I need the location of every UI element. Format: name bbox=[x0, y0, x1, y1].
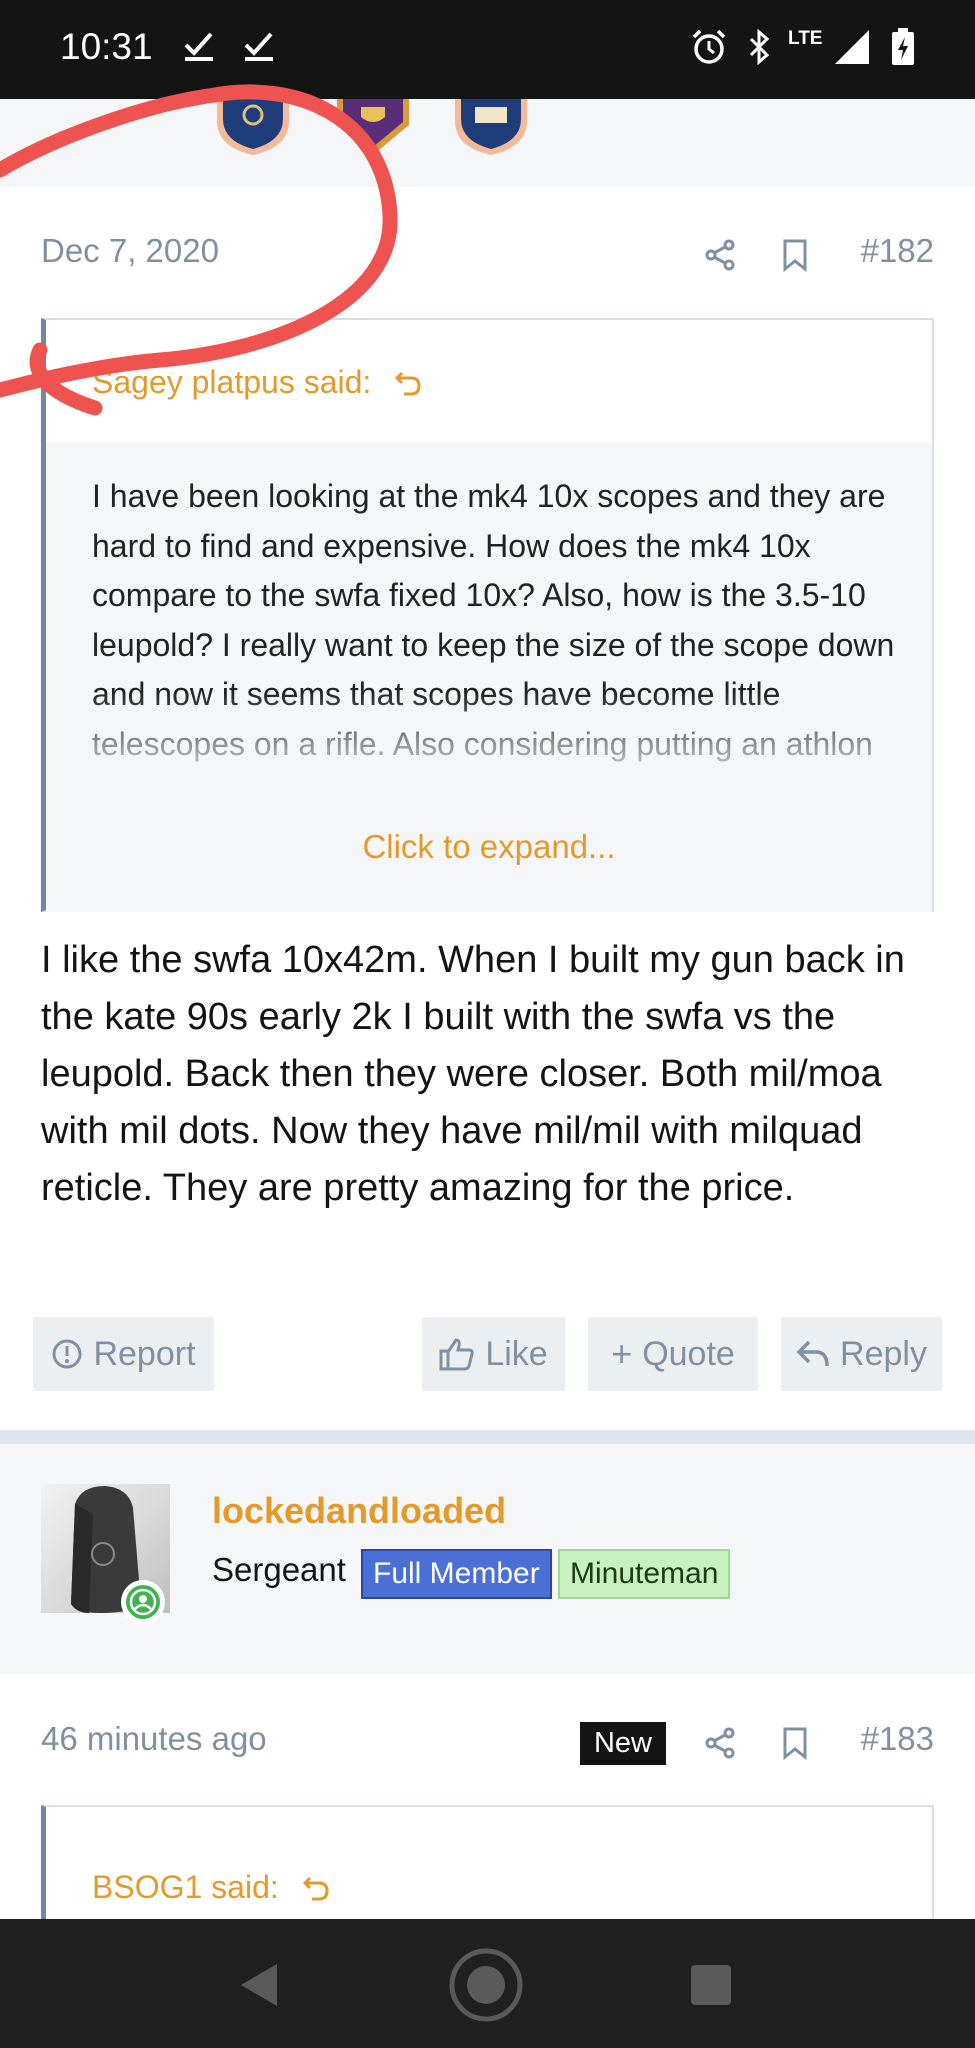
like-button[interactable]: Like bbox=[422, 1317, 565, 1391]
checkmark-icon bbox=[244, 32, 273, 61]
report-button[interactable]: Report bbox=[33, 1317, 214, 1391]
quote-author-label: BSOG1 said: bbox=[92, 1869, 279, 1905]
quote-body: I have been looking at the mk4 10x scope… bbox=[46, 442, 932, 912]
reply-label: Reply bbox=[840, 1334, 927, 1373]
quote-author[interactable]: BSOG1 said: bbox=[92, 1869, 332, 1906]
quote-author[interactable]: Sagey platpus said: bbox=[92, 364, 424, 401]
share-icon[interactable] bbox=[703, 1726, 737, 1760]
navigation-bar bbox=[0, 1919, 975, 2048]
post-date[interactable]: Dec 7, 2020 bbox=[41, 232, 219, 270]
jump-to-quote-icon bbox=[395, 371, 421, 396]
post-divider bbox=[0, 1430, 975, 1444]
post-number[interactable]: #183 bbox=[861, 1720, 934, 1758]
post-date[interactable]: 46 minutes ago bbox=[41, 1720, 267, 1758]
online-status-icon bbox=[121, 1580, 165, 1624]
trophy-badge-icon bbox=[455, 99, 527, 155]
report-label: Report bbox=[93, 1334, 196, 1373]
trophy-badge-icon bbox=[217, 99, 289, 155]
quote-button[interactable]: + Quote bbox=[588, 1317, 758, 1391]
thumbs-up-icon bbox=[439, 1338, 474, 1371]
alarm-icon bbox=[692, 29, 726, 64]
post-number[interactable]: #182 bbox=[861, 232, 934, 270]
new-badge: New bbox=[580, 1722, 666, 1765]
recents-icon[interactable] bbox=[690, 1964, 732, 2006]
battery-charging-icon bbox=[892, 28, 914, 65]
signal-icon bbox=[835, 30, 869, 64]
reply-icon bbox=[796, 1340, 829, 1367]
network-type: LTE bbox=[788, 28, 823, 49]
like-label: Like bbox=[485, 1334, 548, 1373]
quote-block: BSOG1 said: bbox=[41, 1805, 934, 1925]
minuteman-badge: Minuteman bbox=[558, 1549, 731, 1599]
quote-author-label: Sagey platpus said: bbox=[92, 364, 372, 400]
quote-label: Quote bbox=[642, 1334, 735, 1373]
trophy-badge-icon bbox=[337, 99, 409, 155]
share-icon[interactable] bbox=[703, 238, 737, 272]
quote-block: Sagey platpus said: I have been looking … bbox=[41, 318, 934, 912]
username-link[interactable]: lockedandloaded bbox=[212, 1490, 506, 1532]
bluetooth-icon bbox=[749, 28, 770, 66]
full-member-badge: Full Member bbox=[361, 1549, 552, 1599]
jump-to-quote-icon bbox=[302, 1876, 329, 1901]
click-to-expand-link[interactable]: Click to expand... bbox=[46, 828, 932, 866]
report-icon bbox=[52, 1339, 82, 1369]
checkmark-icon bbox=[184, 32, 213, 61]
plus-icon: + bbox=[611, 1333, 633, 1374]
user-rank: Sergeant bbox=[212, 1551, 346, 1588]
status-time: 10:31 bbox=[60, 26, 153, 67]
back-icon[interactable] bbox=[237, 1962, 281, 2008]
home-icon[interactable] bbox=[448, 1947, 524, 2023]
quote-header: Sagey platpus said: bbox=[46, 320, 932, 442]
bookmark-icon[interactable] bbox=[780, 1726, 810, 1760]
reply-button[interactable]: Reply bbox=[781, 1317, 942, 1391]
post-body: I like the swfa 10x42m. When I built my … bbox=[41, 939, 905, 1209]
bookmark-icon[interactable] bbox=[780, 238, 810, 272]
status-bar: 10:31 LTE bbox=[0, 0, 975, 99]
quote-fade bbox=[46, 692, 932, 780]
